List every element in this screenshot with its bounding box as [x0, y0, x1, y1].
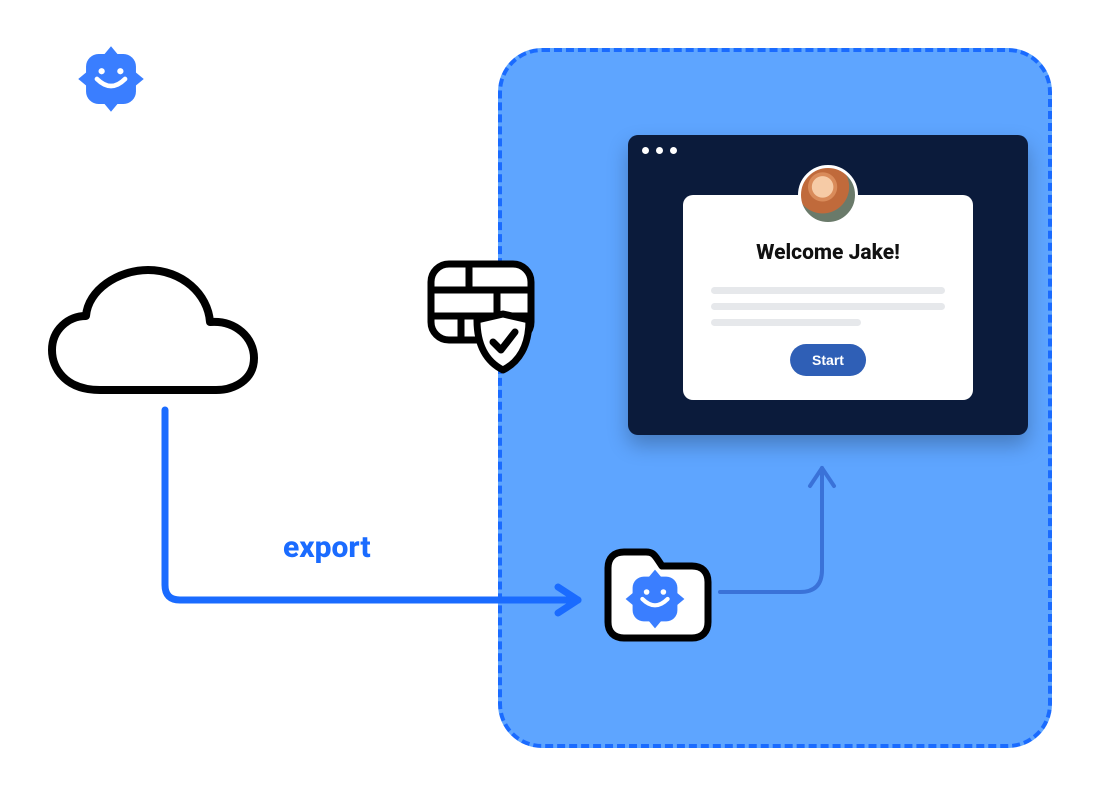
firewall-shield-icon: [425, 258, 537, 378]
avatar: [798, 165, 858, 225]
window-controls-icon: [642, 147, 677, 154]
diagram-canvas: Welcome Jake! Start: [0, 0, 1108, 805]
welcome-heading: Welcome Jake!: [683, 241, 973, 265]
logo-icon: [72, 40, 150, 118]
welcome-card: Welcome Jake! Start: [683, 195, 973, 400]
logo-icon: [620, 564, 690, 634]
app-window: Welcome Jake! Start: [628, 135, 1028, 435]
placeholder-line: [711, 319, 861, 326]
export-label: export: [283, 530, 371, 565]
placeholder-line: [711, 303, 945, 310]
start-button[interactable]: Start: [790, 344, 866, 376]
cloud-icon: [40, 260, 265, 410]
placeholder-line: [711, 287, 945, 294]
